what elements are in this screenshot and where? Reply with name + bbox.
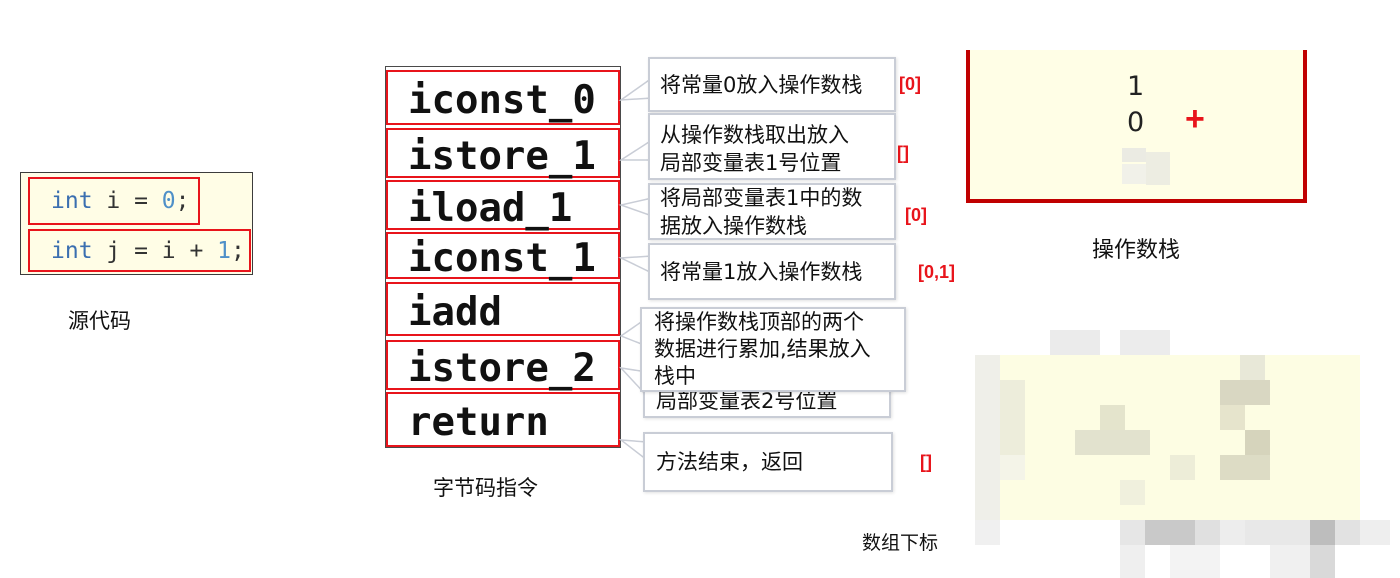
mosaic-tile	[1240, 355, 1265, 380]
code-number: 1	[217, 237, 232, 264]
mosaic-tile	[1245, 430, 1270, 480]
code-terminator: ;	[175, 188, 190, 214]
bytecode-caption: 字节码指令	[433, 476, 538, 500]
mosaic-tile	[1220, 405, 1245, 430]
callout-iconst-0: 将常量0放入操作数栈	[648, 57, 896, 112]
code-line-declare-j: int j = i + 1;	[28, 229, 251, 272]
callout-text: 将操作数栈顶部的两个	[654, 310, 864, 334]
mosaic-tile	[1120, 520, 1145, 545]
instruction-iconst-0: iconst_0	[386, 70, 620, 125]
code-text: j = i +	[92, 237, 218, 264]
mosaic-tile	[1120, 330, 1170, 355]
mosaic-tile	[1170, 455, 1195, 480]
operand-stack: 1 0 +	[966, 50, 1307, 203]
callout-text: 将常量0放入操作数栈	[660, 72, 863, 97]
mosaic-tile	[1220, 380, 1270, 405]
mosaic-tile	[1050, 330, 1100, 355]
callout-iconst-1: 将常量1放入操作数栈	[648, 243, 896, 300]
add-operator: +	[1185, 100, 1205, 138]
mosaic-tile	[1195, 520, 1220, 545]
callout-text: 从操作数栈取出放入	[660, 122, 849, 147]
callout-text: 栈中	[654, 364, 696, 388]
code-keyword: int	[51, 237, 93, 264]
instruction-istore-2: istore_2	[386, 340, 620, 391]
array-index-label: []	[920, 452, 932, 472]
mosaic-tile	[1170, 545, 1220, 578]
callout-text: 局部变量表1号位置	[660, 150, 842, 175]
source-code-panel: int i = 0; int j = i + 1;	[20, 172, 253, 275]
mosaic-tile	[1245, 520, 1310, 545]
mosaic-tile	[1220, 455, 1270, 480]
callout-istore-1: 从操作数栈取出放入 局部变量表1号位置	[648, 113, 896, 180]
source-code-caption: 源代码	[68, 309, 131, 333]
callout-text: 据放入操作数栈	[660, 213, 807, 238]
mosaic-tile	[1310, 520, 1335, 545]
instruction-return: return	[386, 392, 620, 447]
mosaic-tile	[1145, 520, 1195, 545]
code-text: i =	[92, 188, 162, 214]
array-index-label: []	[897, 143, 909, 163]
stack-value-top: 1	[1127, 71, 1145, 102]
callout-iadd: 将操作数栈顶部的两个 数据进行累加,结果放入 栈中	[640, 307, 906, 392]
code-number: 0	[161, 188, 176, 214]
operand-stack-caption: 操作数栈	[1092, 238, 1181, 263]
mosaic-tile	[1120, 545, 1145, 578]
mosaic-tile	[1360, 520, 1390, 545]
array-index-label: [0]	[899, 74, 921, 94]
stack-value-bottom: 0	[1127, 107, 1145, 138]
mosaic-tile	[1000, 380, 1025, 455]
mosaic-tile	[1220, 520, 1245, 545]
instruction-iload-1: iload_1	[386, 180, 620, 231]
array-index-caption: 数组下标	[862, 532, 939, 554]
mosaic-tile	[975, 520, 1000, 545]
instruction-istore-1: istore_1	[386, 128, 620, 179]
mosaic-tile	[975, 355, 1000, 520]
mosaic-tile	[1000, 455, 1025, 480]
mosaic-tile	[1075, 430, 1150, 455]
mosaic-tile	[1310, 545, 1335, 578]
code-terminator: ;	[231, 237, 245, 264]
array-index-label: [0]	[905, 205, 927, 225]
instruction-iadd: iadd	[386, 282, 620, 336]
mosaic-tile	[1270, 545, 1310, 578]
mosaic-tile	[1000, 355, 1360, 520]
callout-iload-1: 将局部变量表1中的数 据放入操作数栈	[648, 183, 896, 240]
callout-text: 数据进行累加,结果放入	[654, 337, 871, 361]
callout-text: 将局部变量表1中的数	[660, 185, 863, 210]
mosaic-tile	[1335, 520, 1360, 545]
code-line-declare-i: int i = 0;	[28, 177, 200, 225]
callout-text: 将常量1放入操作数栈	[660, 259, 863, 284]
mosaic-tile	[1120, 480, 1145, 505]
code-keyword: int	[51, 188, 93, 214]
array-index-label: [0,1]	[918, 262, 956, 282]
callout-return: 方法结束，返回	[643, 432, 893, 492]
instruction-iconst-1: iconst_1	[386, 232, 620, 281]
callout-text: 方法结束，返回	[656, 450, 803, 474]
mosaic-tile	[1100, 405, 1125, 455]
